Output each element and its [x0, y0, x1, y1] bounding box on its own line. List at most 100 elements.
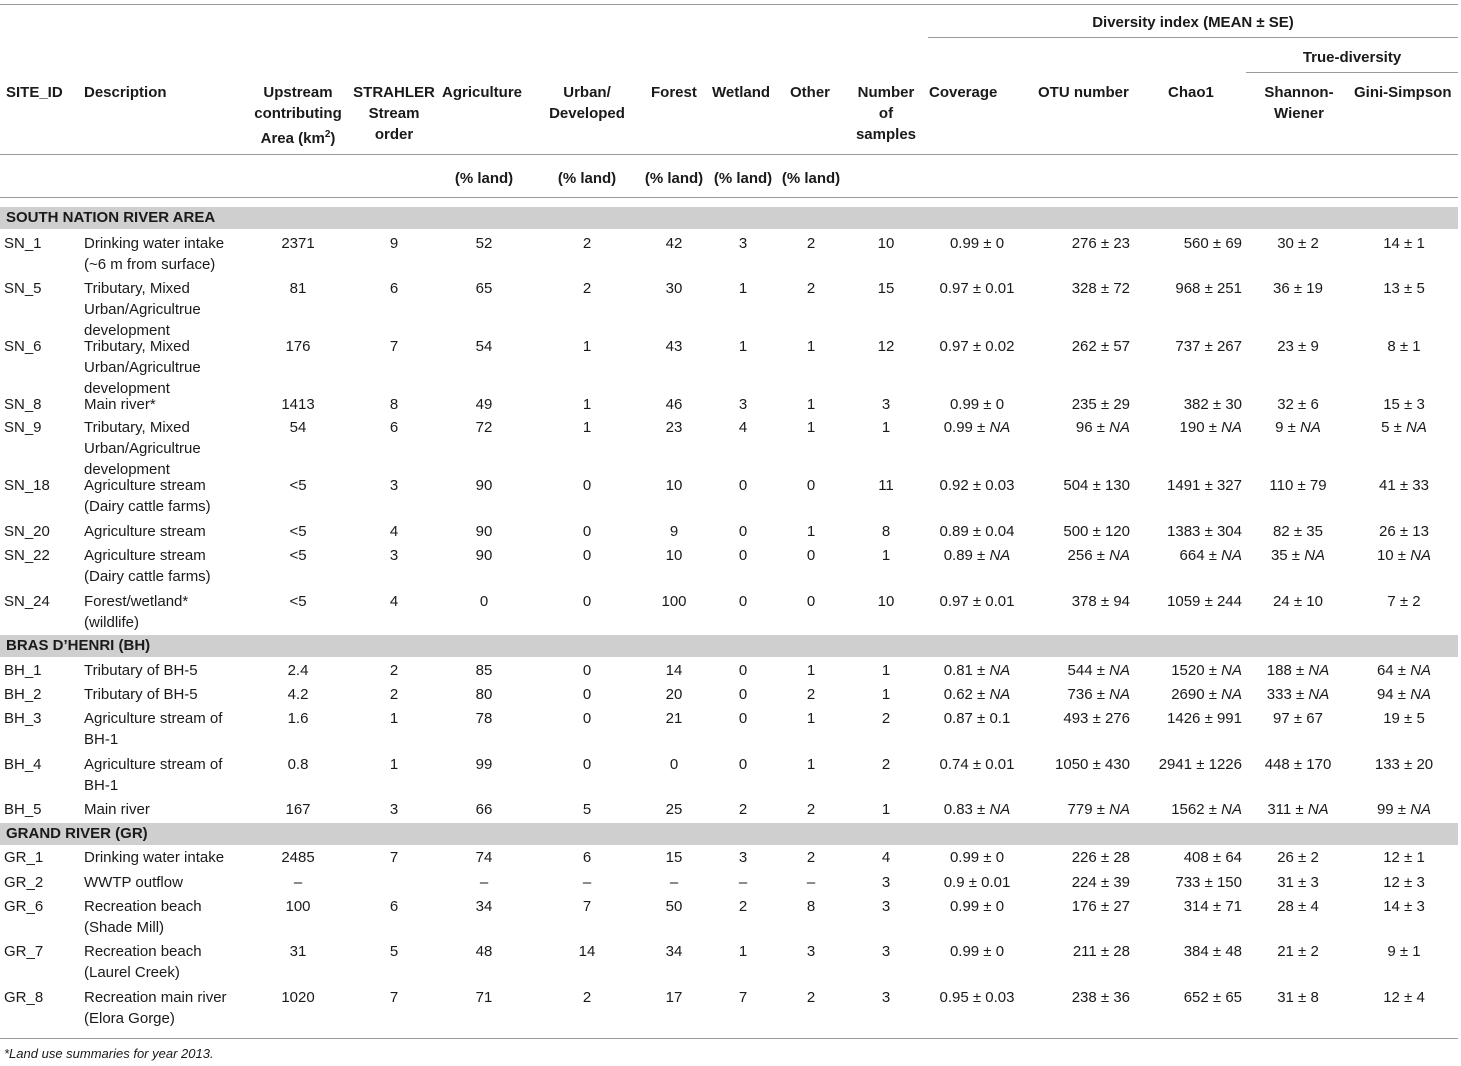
cell-forest: 20	[665, 686, 683, 703]
cell-n: 3	[881, 989, 891, 1006]
cell-urban: 2	[582, 235, 592, 252]
cell-urban: 2	[582, 989, 592, 1006]
cell-wetland: 0	[738, 710, 748, 727]
cell-n: 3	[881, 898, 891, 915]
cell-forest: 42	[665, 235, 683, 252]
cell-desc: Forest/wetland* (wildlife)	[84, 593, 189, 631]
cell-chao1: 314 ± 71	[1183, 898, 1242, 915]
cell-strahler: 3	[389, 477, 399, 494]
cell-otu: 378 ± 94	[1071, 593, 1130, 610]
cell-gini: 12 ± 1	[1383, 849, 1425, 866]
cell-chao1: 2690 ± NA	[1171, 686, 1242, 703]
cell-area: 1413	[281, 396, 315, 413]
cell-desc: Drinking water intake	[84, 849, 225, 866]
cell-urban: 0	[582, 686, 592, 703]
cell-other: 3	[806, 943, 816, 960]
cell-gini: 133 ± 20	[1374, 756, 1434, 773]
cell-coverage: 0.81 ± NA	[943, 662, 1011, 679]
cell-urban: 1	[582, 396, 592, 413]
cell-urban: 0	[582, 710, 592, 727]
header-site-id: SITE_ID	[6, 84, 63, 101]
cell-urban: 1	[582, 338, 592, 355]
cell-forest: 21	[665, 710, 683, 727]
cell-other: 2	[806, 801, 816, 818]
cell-n: 3	[881, 396, 891, 413]
header-description: Description	[84, 84, 167, 101]
cell-coverage: 0.9 ± 0.01	[943, 874, 1011, 891]
cell-n: 3	[881, 943, 891, 960]
cell-shannon: 97 ± 67	[1273, 710, 1323, 727]
cell-strahler: 3	[389, 547, 399, 564]
cell-area: 100	[285, 898, 311, 915]
cell-wetland: 4	[738, 419, 748, 436]
cell-coverage: 0.99 ± 0	[949, 943, 1005, 960]
header-otu: OTU number	[1038, 84, 1129, 101]
cell-otu: 256 ± NA	[1067, 547, 1130, 564]
cell-forest: 30	[665, 280, 683, 297]
cell-chao1: 1383 ± 304	[1167, 523, 1242, 540]
cell-other: 1	[806, 710, 816, 727]
unit-urban: (% land)	[557, 170, 617, 187]
cell-otu: 262 ± 57	[1071, 338, 1130, 355]
cell-n: 8	[881, 523, 891, 540]
cell-forest: 15	[665, 849, 683, 866]
cell-other: 0	[806, 593, 816, 610]
cell-strahler: 6	[389, 280, 399, 297]
cell-wetland: 0	[738, 523, 748, 540]
cell-agri: 34	[475, 898, 493, 915]
cell-coverage: 0.97 ± 0.01	[939, 280, 1015, 297]
cell-otu: 544 ± NA	[1067, 662, 1130, 679]
header-forest: Forest	[651, 84, 697, 101]
cell-chao1: 737 ± 267	[1175, 338, 1242, 355]
cell-urban: 0	[582, 662, 592, 679]
cell-chao1: 382 ± 30	[1183, 396, 1242, 413]
cell-site: SN_24	[4, 593, 50, 610]
cell-urban: 2	[582, 280, 592, 297]
cell-urban: 5	[582, 801, 592, 818]
cell-n: 4	[881, 849, 891, 866]
cell-agri: 99	[475, 756, 493, 773]
cell-gini: 19 ± 5	[1383, 710, 1425, 727]
cell-agri: 65	[475, 280, 493, 297]
cell-otu: 328 ± 72	[1071, 280, 1130, 297]
cell-gini: 10 ± NA	[1376, 547, 1432, 564]
cell-otu: 226 ± 28	[1071, 849, 1130, 866]
cell-shannon: 30 ± 2	[1277, 235, 1319, 252]
header-strahler-line2: Stream	[368, 105, 420, 122]
cell-chao1: 968 ± 251	[1175, 280, 1242, 297]
cell-gini: 15 ± 3	[1383, 396, 1425, 413]
header-chao1: Chao1	[1168, 84, 1214, 101]
cell-site: SN_18	[4, 477, 50, 494]
cell-n: 1	[881, 686, 891, 703]
cell-shannon: 28 ± 4	[1277, 898, 1319, 915]
cell-forest: 50	[665, 898, 683, 915]
cell-desc: Agriculture stream of BH-1	[84, 756, 223, 794]
cell-other: 1	[806, 662, 816, 679]
cell-strahler: 1	[389, 710, 399, 727]
header-upstream-area-line2: contributing	[254, 105, 342, 122]
cell-coverage: 0.89 ± NA	[943, 547, 1011, 564]
cell-otu: 211 ± 28	[1072, 943, 1130, 960]
cell-shannon: 110 ± 79	[1269, 477, 1327, 494]
cell-urban: 1	[582, 419, 592, 436]
cell-wetland: 0	[738, 662, 748, 679]
cell-urban: –	[582, 874, 592, 891]
cell-site: GR_1	[4, 849, 44, 866]
cell-chao1: 190 ± NA	[1179, 419, 1242, 436]
cell-n: 10	[877, 593, 895, 610]
cell-other: 1	[806, 756, 816, 773]
cell-chao1: 1520 ± NA	[1171, 662, 1242, 679]
cell-urban: 0	[582, 477, 592, 494]
cell-wetland: 0	[738, 547, 748, 564]
cell-forest: 9	[669, 523, 679, 540]
header-coverage: Coverage	[929, 84, 998, 101]
cell-desc: Recreation beach (Shade Mill)	[84, 898, 202, 936]
cell-gini: 7 ± 2	[1387, 593, 1421, 610]
cell-gini: 5 ± NA	[1381, 419, 1427, 436]
cell-gini: 8 ± 1	[1387, 338, 1421, 355]
header-upstream-area-unit: Area (km	[260, 130, 325, 147]
top-rule	[0, 4, 1458, 5]
cell-otu: 224 ± 39	[1071, 874, 1130, 891]
cell-forest: 10	[665, 547, 683, 564]
cell-coverage: 0.99 ± 0	[949, 396, 1005, 413]
